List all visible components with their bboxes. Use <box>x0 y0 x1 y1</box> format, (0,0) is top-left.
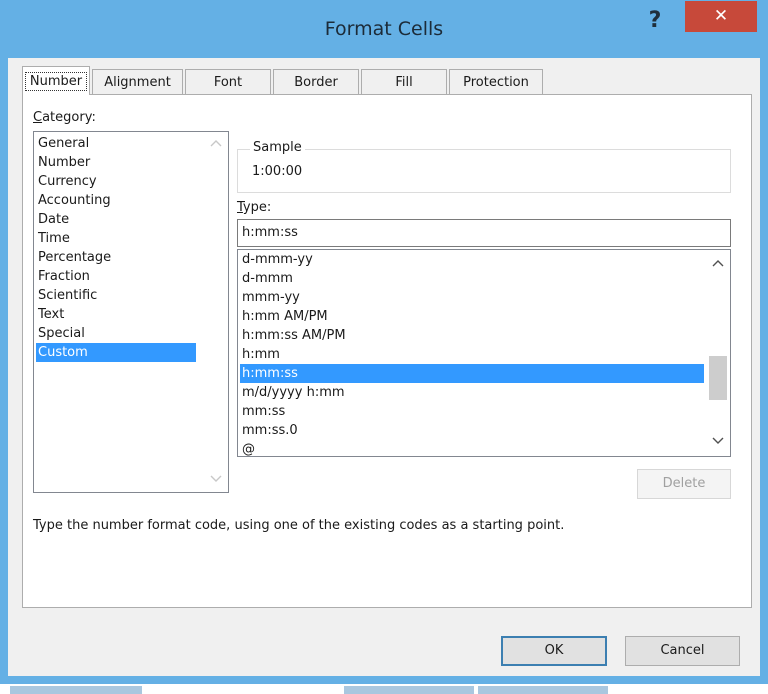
type-label: Type: <box>237 200 272 215</box>
list-item[interactable]: Date <box>36 210 196 229</box>
list-item[interactable]: Text <box>36 305 196 324</box>
number-tab-panel: Category: General Number Currency Accoun… <box>22 94 752 608</box>
list-item[interactable]: mm:ss <box>240 402 704 421</box>
category-label: Category: <box>33 110 96 125</box>
help-button[interactable]: ? <box>640 8 670 36</box>
sample-value: 1:00:00 <box>252 164 303 179</box>
taskbar-segment <box>478 686 608 694</box>
chevron-down-icon[interactable] <box>204 470 228 490</box>
list-item[interactable]: Accounting <box>36 191 196 210</box>
type-list-scrollbar[interactable] <box>706 250 730 456</box>
list-item[interactable]: h:mm:ss <box>240 364 704 383</box>
sample-group: Sample 1:00:00 <box>237 140 731 193</box>
list-item[interactable]: Fraction <box>36 267 196 286</box>
hint-text: Type the number format code, using one o… <box>33 518 565 533</box>
dialog-client-area: Number Alignment Font Border Fill Protec… <box>8 58 760 676</box>
list-item[interactable]: Time <box>36 229 196 248</box>
list-item[interactable]: @ <box>240 440 704 456</box>
ok-button[interactable]: OK <box>501 636 607 666</box>
taskbar-segment <box>10 686 142 694</box>
list-item[interactable]: h:mm <box>240 345 704 364</box>
taskbar-segment <box>344 686 474 694</box>
list-item[interactable]: d-mmm <box>240 269 704 288</box>
list-item[interactable]: mm:ss.0 <box>240 421 704 440</box>
title-bar[interactable]: Format Cells ? ✕ <box>0 0 768 58</box>
type-input[interactable]: h:mm:ss <box>237 219 731 247</box>
tab-border[interactable]: Border <box>273 69 359 94</box>
tab-number[interactable]: Number <box>22 66 90 95</box>
sample-legend: Sample <box>250 140 305 155</box>
category-list[interactable]: General Number Currency Accounting Date … <box>33 131 229 493</box>
list-item[interactable]: Special <box>36 324 196 343</box>
list-item[interactable]: Percentage <box>36 248 196 267</box>
list-item[interactable]: h:mm AM/PM <box>240 307 704 326</box>
format-cells-dialog: Format Cells ? ✕ Number Alignment Font B… <box>0 0 768 684</box>
chevron-down-icon[interactable] <box>706 432 730 452</box>
list-item[interactable]: Currency <box>36 172 196 191</box>
list-item[interactable]: Number <box>36 153 196 172</box>
chevron-up-icon[interactable] <box>706 254 730 274</box>
close-button[interactable]: ✕ <box>685 1 757 32</box>
delete-button[interactable]: Delete <box>637 469 731 499</box>
tab-font[interactable]: Font <box>185 69 271 94</box>
list-item[interactable]: mmm-yy <box>240 288 704 307</box>
list-item[interactable]: Custom <box>36 343 196 362</box>
list-item[interactable]: d-mmm-yy <box>240 250 704 269</box>
list-item[interactable]: Scientific <box>36 286 196 305</box>
tab-alignment[interactable]: Alignment <box>92 69 183 94</box>
tab-protection[interactable]: Protection <box>449 69 543 94</box>
list-item[interactable]: General <box>36 134 196 153</box>
scrollbar-thumb[interactable] <box>709 356 727 400</box>
cancel-button[interactable]: Cancel <box>625 636 740 666</box>
tab-fill[interactable]: Fill <box>361 69 447 94</box>
chevron-up-icon[interactable] <box>204 134 228 154</box>
type-format-list[interactable]: d-mmm-yy d-mmm mmm-yy h:mm AM/PM h:mm:ss… <box>237 249 731 457</box>
category-scrollbar[interactable] <box>204 132 228 492</box>
list-item[interactable]: h:mm:ss AM/PM <box>240 326 704 345</box>
list-item[interactable]: m/d/yyyy h:mm <box>240 383 704 402</box>
taskbar-strip <box>0 684 768 694</box>
